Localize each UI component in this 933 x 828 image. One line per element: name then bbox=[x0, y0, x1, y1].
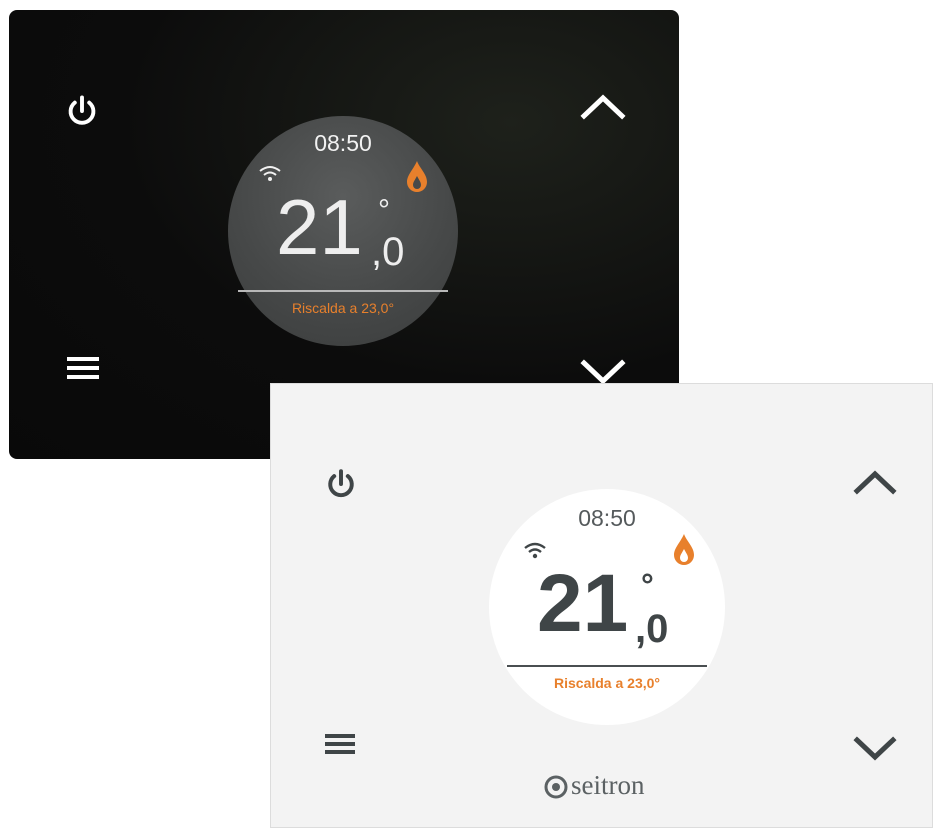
heating-status: Riscalda a 23,0° bbox=[554, 675, 660, 691]
temperature-up-button[interactable] bbox=[577, 86, 629, 126]
flame-icon bbox=[674, 534, 694, 565]
degree-symbol: ° bbox=[641, 567, 654, 603]
menu-button[interactable] bbox=[318, 724, 362, 764]
flame-icon bbox=[407, 161, 427, 192]
brand-logo: seitron bbox=[543, 770, 645, 801]
chevron-down-icon bbox=[853, 736, 897, 761]
dial-divider bbox=[238, 290, 448, 292]
temperature-down-button[interactable] bbox=[849, 728, 901, 768]
menu-icon bbox=[67, 357, 99, 379]
chevron-up-icon bbox=[580, 94, 626, 120]
heating-status: Riscalda a 23,0° bbox=[291, 300, 395, 316]
brand-name: seitron bbox=[571, 770, 645, 800]
temperature-integer: 21 bbox=[537, 558, 629, 649]
power-button[interactable] bbox=[319, 462, 363, 506]
menu-button[interactable] bbox=[61, 348, 105, 388]
clock-time: 08:50 bbox=[314, 130, 372, 156]
clock-time: 08:50 bbox=[578, 505, 636, 531]
dial-divider bbox=[507, 665, 707, 667]
menu-icon bbox=[325, 734, 355, 754]
temperature-decimal: ,0 bbox=[371, 230, 405, 274]
light-temperature-dial: 08:50 21 ° ,0 Riscalda a 23,0° bbox=[489, 489, 725, 725]
degree-symbol: ° bbox=[378, 194, 390, 227]
dark-temperature-dial: 08:50 21 ° ,0 Riscalda a 23,0° bbox=[228, 116, 458, 346]
temperature-integer: 21 bbox=[276, 183, 363, 271]
seitron-logo-icon bbox=[544, 775, 568, 798]
power-icon bbox=[68, 95, 96, 125]
chevron-up-icon bbox=[853, 470, 897, 495]
wifi-icon bbox=[259, 166, 281, 181]
temperature-decimal: ,0 bbox=[635, 607, 669, 651]
power-icon bbox=[328, 469, 354, 498]
power-button[interactable] bbox=[59, 88, 105, 134]
light-thermostat-panel: 08:50 21 ° ,0 Riscalda a 23,0° seitron bbox=[270, 383, 933, 828]
temperature-up-button[interactable] bbox=[849, 462, 901, 502]
